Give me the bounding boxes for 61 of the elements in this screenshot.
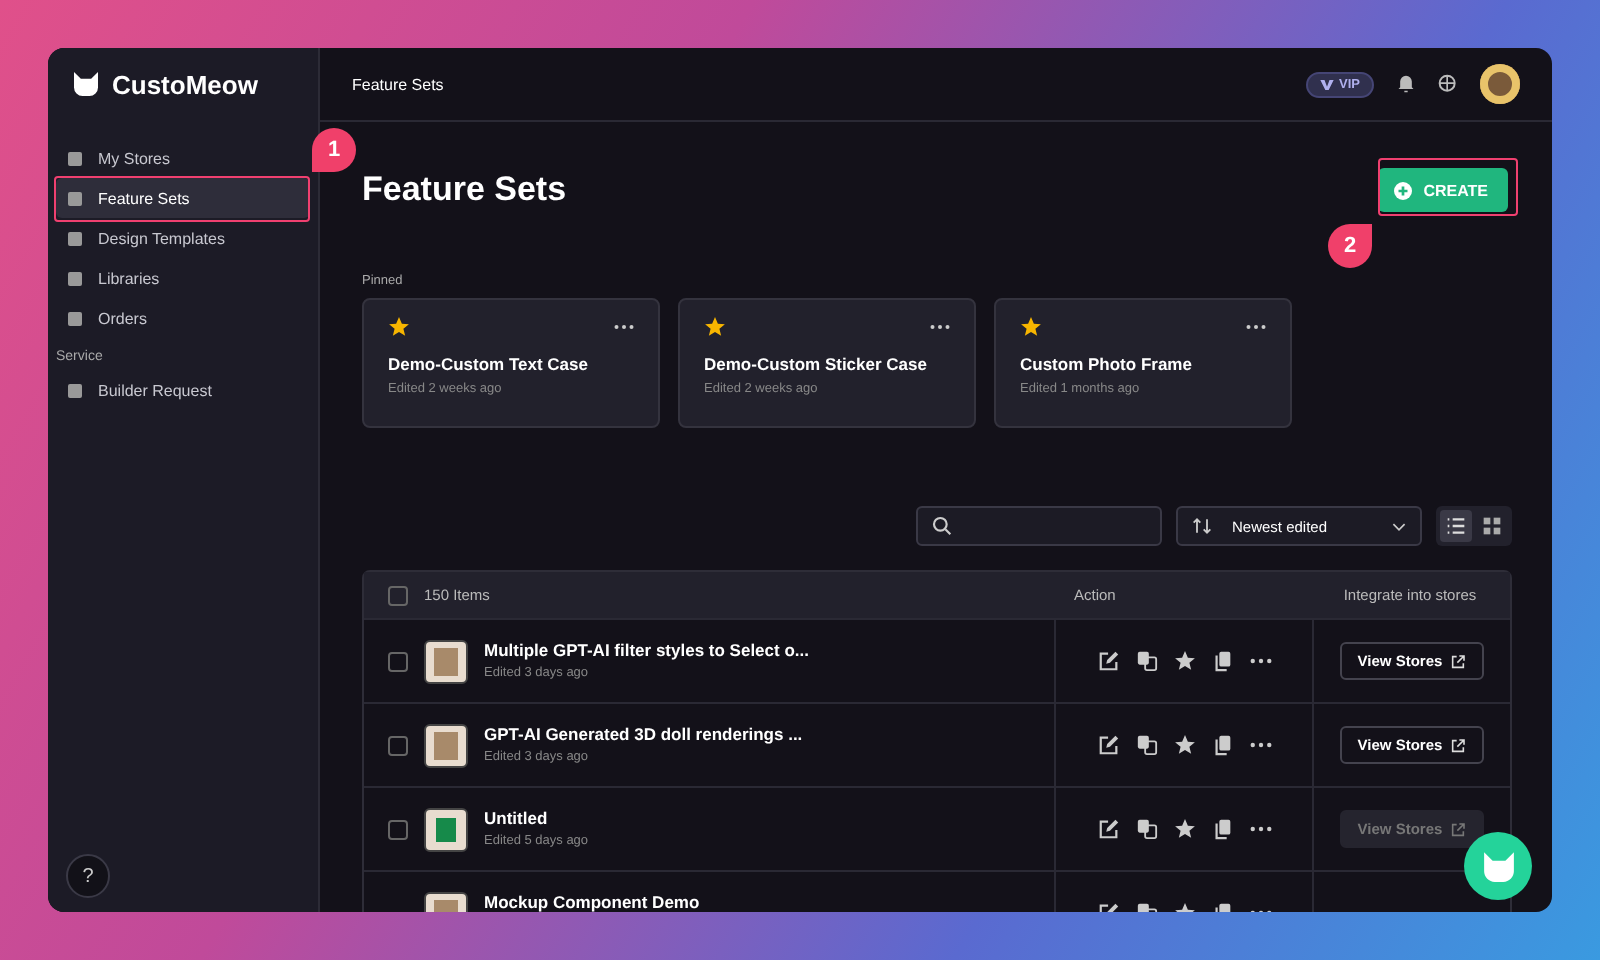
app-name: CustoMeow [112, 69, 258, 99]
card-title: Custom Photo Frame [1020, 354, 1194, 374]
more-icon[interactable] [930, 324, 950, 330]
page-title: Feature Sets [362, 170, 567, 210]
cat-icon [1481, 851, 1515, 881]
cat-logo-icon [72, 72, 100, 96]
edit-icon[interactable] [1097, 734, 1119, 756]
sort-icon [1192, 516, 1212, 536]
highlight-frame [1378, 158, 1518, 216]
copy-icon[interactable] [1211, 818, 1233, 840]
step-badge: 2 [1328, 224, 1372, 268]
v-icon [1319, 79, 1334, 89]
copy-icon[interactable] [1211, 650, 1233, 672]
search-field[interactable] [916, 506, 1162, 546]
copy-icon[interactable] [1211, 734, 1233, 756]
translate-icon[interactable] [1135, 650, 1157, 672]
row-title[interactable]: Multiple GPT-AI filter styles to Select o... [484, 640, 809, 660]
external-link-icon [1450, 737, 1467, 753]
row-title[interactable]: GPT-AI Generated 3D doll renderings ... [484, 724, 803, 744]
plus-circle-icon [1393, 181, 1412, 199]
breadcrumb: Feature Sets [352, 75, 444, 93]
sidebar-item[interactable]: Libraries [56, 258, 310, 298]
sidebar-item[interactable]: Orders [56, 298, 310, 338]
more-icon[interactable] [1246, 324, 1266, 330]
photo-placeholder [424, 724, 468, 768]
help-button[interactable]: ? [66, 854, 110, 898]
chevron-down-icon [1392, 521, 1406, 531]
more-icon[interactable] [614, 324, 634, 330]
notification-icon[interactable] [1396, 74, 1416, 94]
star-icon[interactable] [1173, 734, 1195, 756]
row-checkbox[interactable] [388, 736, 408, 756]
external-link-icon [1450, 653, 1467, 669]
external-link-icon [1450, 821, 1467, 837]
chat-button[interactable] [1464, 832, 1532, 900]
row-checkbox[interactable] [388, 652, 408, 672]
grid-icon [1482, 516, 1502, 536]
sidebar-item[interactable]: My Stores [56, 138, 310, 178]
star-icon [704, 316, 726, 338]
step-badge: 1 [312, 128, 356, 172]
list-view-button[interactable] [1440, 510, 1472, 542]
star-icon [388, 316, 410, 338]
mug-thumbnail [424, 808, 468, 852]
translate-icon[interactable] [1135, 734, 1157, 756]
sidebar-item[interactable]: Design Templates [56, 218, 310, 258]
photo-placeholder [424, 640, 468, 684]
list-icon [1446, 516, 1466, 536]
row-title[interactable]: Mockup Component Demo [484, 892, 700, 912]
sidebar-item[interactable]: Feature Sets [56, 178, 310, 218]
star-icon[interactable] [1173, 818, 1195, 840]
edit-icon[interactable] [1097, 818, 1119, 840]
star-icon [1020, 316, 1042, 338]
avatar[interactable] [1480, 64, 1520, 104]
star-icon[interactable] [1173, 650, 1195, 672]
globe-icon[interactable] [1438, 74, 1458, 94]
select-all-checkbox[interactable] [388, 585, 408, 605]
card-title: Demo-Custom Sticker Case [704, 354, 929, 374]
sidebar-item[interactable]: Builder Request [56, 370, 310, 410]
edit-icon[interactable] [1097, 650, 1119, 672]
card-title: Demo-Custom Text Case [388, 354, 590, 374]
search-icon [932, 516, 952, 536]
translate-icon[interactable] [1135, 818, 1157, 840]
